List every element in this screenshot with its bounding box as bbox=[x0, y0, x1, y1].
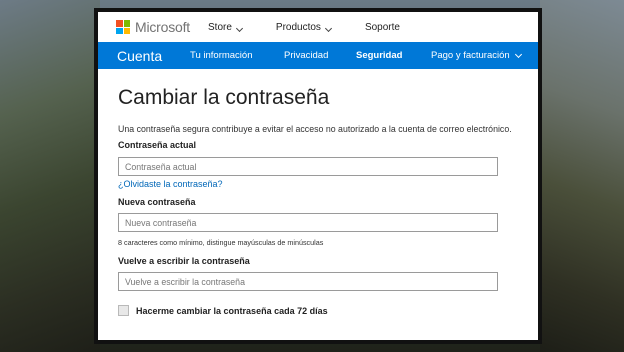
top-navigation: Microsoft Store Productos Soporte bbox=[98, 12, 538, 42]
page-title: Cambiar la contraseña bbox=[118, 86, 330, 109]
tab-pago-facturacion-label: Pago y facturación bbox=[431, 50, 510, 61]
tab-seguridad[interactable]: Seguridad bbox=[356, 42, 402, 69]
change-password-form: Cambiar la contraseña Una contraseña seg… bbox=[98, 86, 538, 316]
current-password-label: Contraseña actual bbox=[118, 140, 197, 150]
tab-tu-informacion[interactable]: Tu información bbox=[190, 42, 252, 69]
account-brand[interactable]: Cuenta bbox=[117, 48, 162, 64]
account-nav-bar: Cuenta Tu información Privacidad Segurid… bbox=[98, 42, 538, 69]
top-nav-menu: Store Productos Soporte bbox=[208, 12, 400, 42]
background-scenery-right bbox=[540, 0, 624, 352]
new-password-hint: 8 caracteres como mínimo, distingue mayú… bbox=[118, 238, 324, 247]
nav-store-label: Store bbox=[208, 21, 232, 33]
microsoft-logo[interactable]: Microsoft bbox=[116, 19, 190, 35]
chevron-down-icon bbox=[235, 24, 243, 33]
tab-pago-facturacion[interactable]: Pago y facturación bbox=[431, 42, 522, 69]
microsoft-logo-icon bbox=[116, 20, 130, 34]
nav-soporte[interactable]: Soporte bbox=[365, 22, 400, 33]
microsoft-logo-text: Microsoft bbox=[135, 19, 190, 35]
expire-password-option[interactable]: Hacerme cambiar la contraseña cada 72 dí… bbox=[118, 305, 538, 316]
confirm-password-input[interactable] bbox=[118, 272, 498, 291]
browser-window: Microsoft Store Productos Soporte Cuenta… bbox=[94, 8, 542, 344]
form-description: Una contraseña segura contribuye a evita… bbox=[118, 124, 512, 134]
new-password-label: Nueva contraseña bbox=[118, 197, 196, 207]
page: Microsoft Store Productos Soporte Cuenta… bbox=[98, 12, 538, 340]
expire-password-label: Hacerme cambiar la contraseña cada 72 dí… bbox=[136, 305, 328, 316]
current-password-input[interactable] bbox=[118, 157, 498, 176]
chevron-down-icon bbox=[514, 50, 522, 58]
chevron-down-icon bbox=[324, 24, 332, 33]
expire-password-checkbox[interactable] bbox=[118, 305, 129, 316]
new-password-input[interactable] bbox=[118, 213, 498, 232]
forgot-password-link[interactable]: ¿Olvidaste la contraseña? bbox=[118, 179, 538, 189]
background-scenery-left bbox=[0, 0, 100, 352]
nav-productos[interactable]: Productos bbox=[275, 21, 332, 33]
tab-privacidad[interactable]: Privacidad bbox=[284, 42, 328, 69]
nav-productos-label: Productos bbox=[275, 21, 321, 33]
confirm-password-label: Vuelve a escribir la contraseña bbox=[118, 256, 250, 266]
nav-store[interactable]: Store bbox=[208, 21, 243, 33]
nav-soporte-label: Soporte bbox=[364, 21, 400, 33]
